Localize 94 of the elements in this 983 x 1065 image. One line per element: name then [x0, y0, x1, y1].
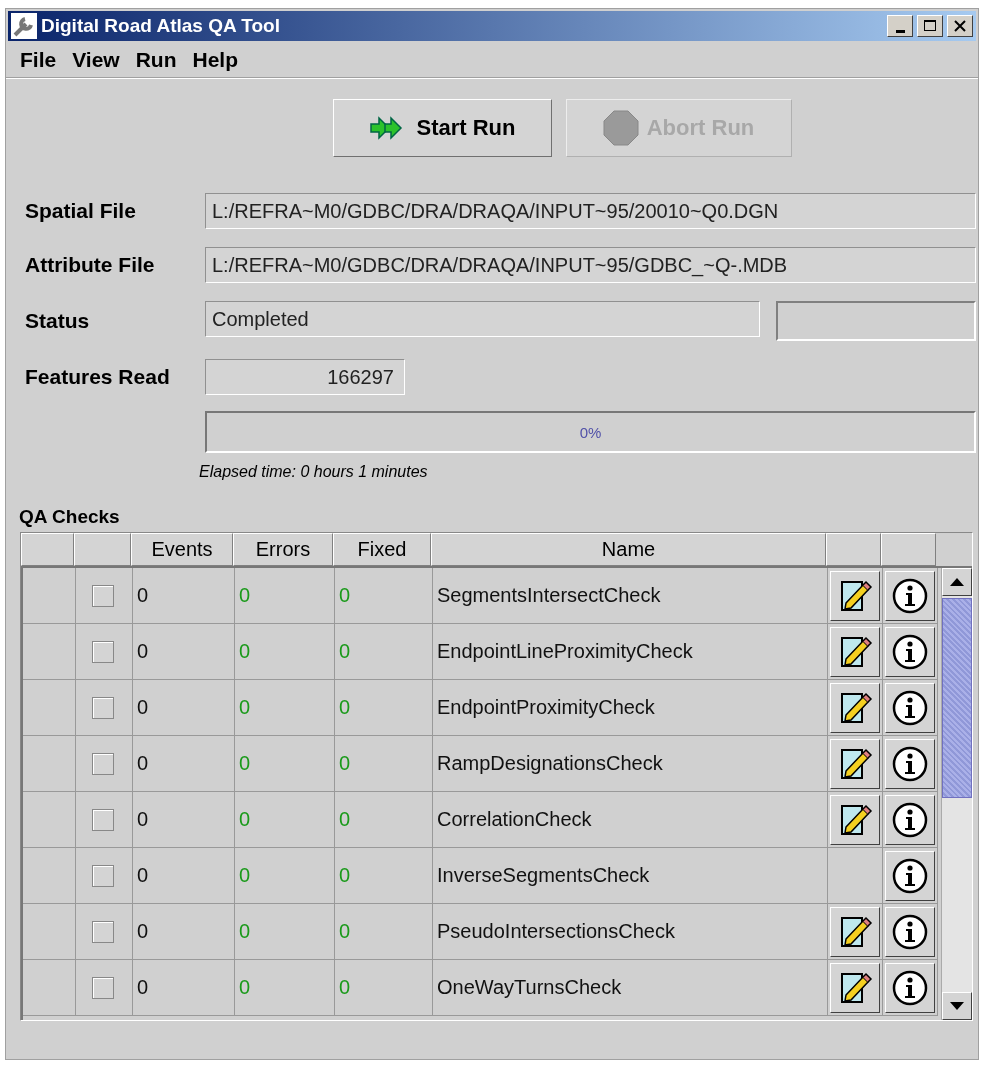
table-cell: 0: [235, 568, 335, 624]
table-cell: 0: [133, 624, 235, 680]
scroll-down-button[interactable]: [942, 992, 972, 1020]
progress-reading: 0%: [579, 423, 602, 441]
window-title: Digital Road Atlas QA Tool: [41, 15, 281, 37]
scrollbar-thumb[interactable]: [942, 598, 972, 798]
elapsed-time: Elapsed time: 0 hours 1 minutes: [199, 463, 429, 481]
menu-item[interactable]: File: [14, 48, 67, 72]
table-cell: 0: [133, 680, 235, 736]
table-cell: EndpointLineProximityCheck: [433, 624, 828, 680]
table-cell: 0: [133, 736, 235, 792]
table-cell: 0: [335, 736, 433, 792]
table-cell: SegmentsIntersectCheck: [433, 568, 828, 624]
stop-sign-icon: [602, 110, 639, 146]
checkbox[interactable]: [92, 584, 114, 607]
table-cell: 0: [133, 568, 235, 624]
checkbox[interactable]: [92, 976, 114, 999]
info-button[interactable]: [885, 906, 935, 957]
field-label: Attribute File: [25, 253, 156, 277]
table-cell: InverseSegmentsCheck: [433, 848, 828, 904]
up-arrow-icon: [950, 578, 964, 586]
checkbox[interactable]: [92, 864, 114, 887]
table-cell: 0: [335, 568, 433, 624]
checkbox[interactable]: [92, 696, 114, 719]
info-icon: [892, 913, 928, 950]
checkbox[interactable]: [92, 808, 114, 831]
table-cell: 0: [235, 736, 335, 792]
table-cell: PseudoIntersectionsCheck: [433, 904, 828, 960]
column-header: [881, 533, 936, 566]
maximize-icon: [922, 18, 938, 34]
minimize-button[interactable]: [887, 15, 913, 37]
info-icon: [892, 689, 928, 726]
down-arrow-icon: [950, 1002, 964, 1010]
info-icon: [892, 633, 928, 670]
checkbox[interactable]: [92, 752, 114, 775]
checkbox[interactable]: [92, 640, 114, 663]
column-header: [826, 533, 881, 566]
status-field: Completed: [205, 301, 760, 337]
path-field: L:/REFRA~M0/GDBC/DRA/DRAQA/INPUT~95/GDBC_~Q-.MDB: [205, 247, 976, 283]
table-cell: RampDesignationsCheck: [433, 736, 828, 792]
menu-item[interactable]: Run: [129, 48, 187, 72]
table-cell: 0: [133, 848, 235, 904]
wrench-icon: [11, 13, 37, 39]
table-cell: 0: [235, 624, 335, 680]
close-icon: [952, 18, 968, 34]
column-header: [21, 533, 74, 566]
info-icon: [892, 745, 928, 782]
table-cell: 0: [335, 848, 433, 904]
section-title: QA Checks: [19, 506, 121, 528]
table-cell: 0: [235, 680, 335, 736]
column-header[interactable]: Name: [431, 533, 826, 566]
table-cell: 0: [335, 960, 433, 1016]
info-button[interactable]: [885, 794, 935, 845]
table-cell: 0: [133, 960, 235, 1016]
path-field: L:/REFRA~M0/GDBC/DRA/DRAQA/INPUT~95/20010~Q0.DGN: [205, 193, 976, 229]
scroll-up-button[interactable]: [942, 568, 972, 596]
field-label: Status: [25, 309, 91, 333]
table-cell: 0: [335, 904, 433, 960]
column-header[interactable]: Fixed: [333, 533, 431, 566]
info-button[interactable]: [885, 626, 935, 677]
info-icon: [892, 857, 928, 894]
table-cell: 0: [235, 792, 335, 848]
info-button[interactable]: [885, 570, 935, 621]
table-cell: 0: [133, 792, 235, 848]
info-button[interactable]: [885, 962, 935, 1013]
field-label: Spatial File: [25, 199, 137, 223]
menu-item[interactable]: Help: [186, 48, 248, 72]
checkbox[interactable]: [92, 920, 114, 943]
info-icon: [892, 801, 928, 838]
count-field: 166297: [205, 359, 405, 395]
maximize-button[interactable]: [917, 15, 943, 37]
table-cell: 0: [335, 680, 433, 736]
table-cell: 0: [235, 904, 335, 960]
table-cell: 0: [235, 848, 335, 904]
column-header[interactable]: Events: [131, 533, 233, 566]
table-cell: 0: [335, 792, 433, 848]
minimize-icon: [895, 29, 905, 33]
field-label: Features Read: [25, 365, 171, 389]
table-cell: CorrelationCheck: [433, 792, 828, 848]
column-header[interactable]: Errors: [233, 533, 333, 566]
info-icon: [892, 577, 928, 614]
close-button[interactable]: [947, 15, 973, 37]
start-run-button[interactable]: Start Run: [332, 99, 552, 157]
column-header: [74, 533, 131, 566]
menu-item[interactable]: View: [66, 48, 130, 72]
table-cell: EndpointProximityCheck: [433, 680, 828, 736]
table-cell: 0: [133, 904, 235, 960]
info-button[interactable]: [885, 850, 935, 901]
info-button[interactable]: [885, 682, 935, 733]
info-button[interactable]: [885, 738, 935, 789]
table-cell: 0: [335, 624, 433, 680]
table-cell: 0: [235, 960, 335, 1016]
table-cell: OneWayTurnsCheck: [433, 960, 828, 1016]
info-icon: [892, 969, 928, 1006]
